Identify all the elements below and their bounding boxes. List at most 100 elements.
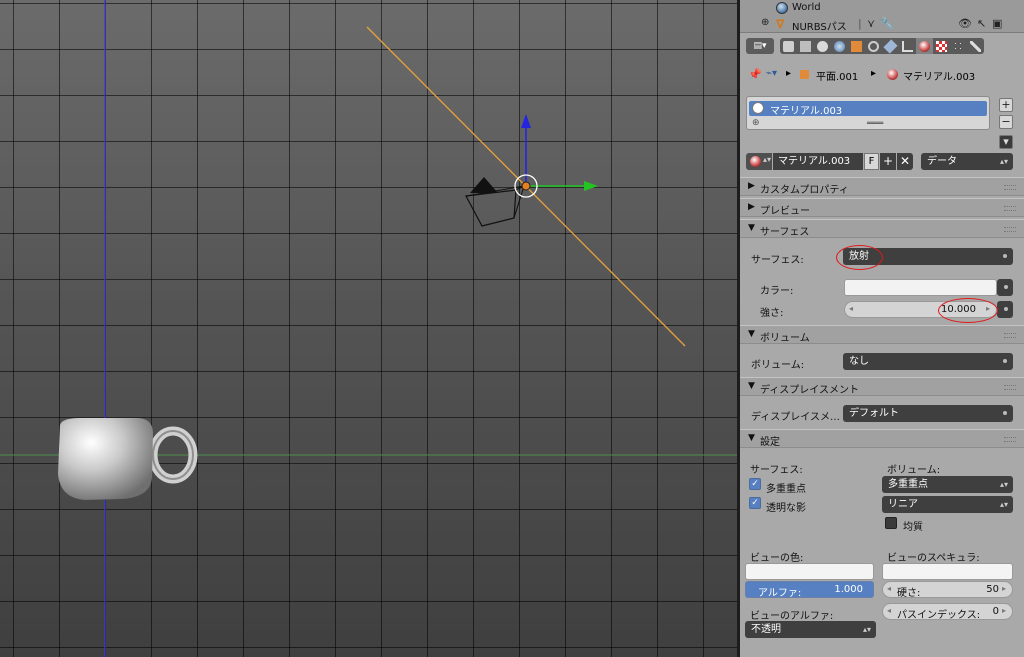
breadcrumb-material: マテリアル.003 [903,72,976,83]
viewport-overlay [0,0,737,657]
displacement-dropdown[interactable]: デフォルト [843,405,1013,422]
increment-arrow-icon[interactable]: ▸ [1002,606,1006,615]
pass-index-value: 0 [992,606,999,617]
increment-arrow-icon[interactable]: ▸ [1002,584,1006,593]
volume-shader-label: ボリューム: [751,360,805,371]
unlink-material-button[interactable]: ✕ [897,153,913,170]
material-browse-button[interactable]: ▴▾ [746,153,772,170]
panel-drag-grip[interactable] [1004,333,1016,338]
volume-sampling-value: 多重重点 [888,479,928,490]
render-icon[interactable]: ▣ [992,17,1002,30]
strength-field[interactable]: ◂ 10.000 ▸ [844,301,997,318]
panel-drag-grip[interactable] [1004,206,1016,211]
particles-icon [953,40,964,52]
panel-volume[interactable]: ▼ ボリューム [740,325,1024,344]
homogeneous-checkbox[interactable] [885,517,897,529]
tab-texture[interactable] [933,38,950,54]
viewport-specular-swatch[interactable] [882,563,1013,580]
fake-user-button[interactable]: F [864,153,879,170]
tab-world[interactable] [831,38,848,54]
panel-surface[interactable]: ▼ サーフェス [740,219,1024,238]
material-slot-row[interactable]: マテリアル.003 [749,101,987,117]
nurbs-path-icon: ∇ [776,17,785,31]
list-resize-grip[interactable]: ═══ [867,119,883,129]
breadcrumb-arrow-icon: ▸ [871,68,877,79]
tab-physics[interactable] [967,38,984,54]
viewport-specular-label: ビューのスペキュラ: [887,553,980,564]
decrement-arrow-icon[interactable]: ◂ [887,606,891,615]
strength-socket-button[interactable] [997,301,1013,318]
panel-drag-grip[interactable] [1004,185,1016,190]
tab-modifiers[interactable] [882,38,899,54]
outliner-row-world[interactable]: World [740,0,1024,16]
increment-arrow-icon[interactable]: ▸ [986,304,990,313]
tab-render-layers[interactable] [797,38,814,54]
hardness-field[interactable]: ◂ 硬さ: 50 ▸ [882,581,1013,599]
select-arrow-icon[interactable]: ↖ [977,17,986,30]
camera-icon [783,40,794,52]
tab-render[interactable] [780,38,797,54]
material-icon [919,40,930,52]
tab-material[interactable] [916,38,933,54]
panel-preview[interactable]: ▶ プレビュー [740,198,1024,217]
tab-particles[interactable] [950,38,967,54]
decrement-arrow-icon[interactable]: ◂ [887,584,891,593]
pin-icon[interactable]: 📌 [748,68,762,81]
viewport-color-swatch[interactable] [745,563,874,580]
curve-data-icon [902,40,913,52]
tab-object[interactable] [848,38,865,54]
settings-surface-header: サーフェス: [750,465,803,476]
outliner-row-nurbs[interactable]: ⊕ ∇ NURBSパス | ⋎ 🔧 👁 ↖ ▣ [740,16,1024,33]
expand-icon[interactable]: ⊕ [761,17,769,28]
pass-index-field[interactable]: ◂ パスインデックス: 0 ▸ [882,603,1013,621]
expanded-triangle-icon: ▼ [748,381,755,391]
add-slot-button[interactable]: + [999,98,1013,112]
tab-data[interactable] [899,38,916,54]
link-mode-dropdown[interactable]: データ ▴▾ [921,153,1013,170]
viewport-alpha-dropdown[interactable]: 不透明 ▴▾ [745,621,876,638]
volume-interpolation-dropdown[interactable]: リニア ▴▾ [882,496,1013,513]
filter-options-icon[interactable]: ⊕ [752,118,760,128]
panel-drag-grip[interactable] [1004,385,1016,390]
world-icon [834,40,845,52]
strength-label: 強さ: [760,308,784,319]
color-socket-button[interactable] [997,279,1013,296]
surface-shader-dropdown[interactable]: 放射 [843,248,1013,265]
color-label: カラー: [760,286,794,297]
transparent-shadows-checkbox[interactable]: ✓ [749,497,761,509]
panel-title: サーフェス [760,227,810,238]
layers-icon [800,40,811,52]
wrench-icon[interactable]: 🔧 [880,17,894,30]
slot-specials-button[interactable]: ▾ [999,135,1013,149]
panel-drag-grip[interactable] [1004,227,1016,232]
material-icon [887,69,898,80]
panel-custom-properties[interactable]: ▶ カスタムプロパティ [740,177,1024,196]
volume-shader-value: なし [849,356,869,367]
physics-icon [970,40,981,52]
visibility-eye-icon[interactable]: 👁 [958,17,972,30]
3d-viewport[interactable] [0,0,737,657]
color-field[interactable] [844,279,997,296]
volume-shader-dropdown[interactable]: なし [843,353,1013,370]
node-socket-icon [1004,285,1008,289]
tab-scene[interactable] [814,38,831,54]
mug-object[interactable] [58,418,198,500]
viewport-alpha-slider[interactable]: アルファ: 1.000 [745,581,874,599]
material-slot-list[interactable]: マテリアル.003 ⊕ ═══ [746,96,990,130]
material-name-field[interactable]: マテリアル.003 [773,153,863,170]
modifier-icon[interactable]: ⋎ [867,17,875,30]
panel-settings[interactable]: ▼ 設定 [740,429,1024,448]
panel-displacement[interactable]: ▼ ディスプレイスメント [740,377,1024,396]
tab-constraints[interactable] [865,38,882,54]
transform-manipulator[interactable] [514,114,598,198]
remove-slot-button[interactable]: − [999,115,1013,129]
panel-drag-grip[interactable] [1004,437,1016,442]
editor-type-button[interactable]: ▤▾ [746,38,774,54]
expanded-triangle-icon: ▼ [748,433,755,443]
multiple-importance-checkbox[interactable]: ✓ [749,478,761,490]
separator-icon: | [858,17,862,30]
decrement-arrow-icon[interactable]: ◂ [849,304,853,313]
volume-sampling-dropdown[interactable]: 多重重点 ▴▾ [882,476,1013,493]
new-material-button[interactable]: + [880,153,896,170]
object-icon [851,40,862,52]
